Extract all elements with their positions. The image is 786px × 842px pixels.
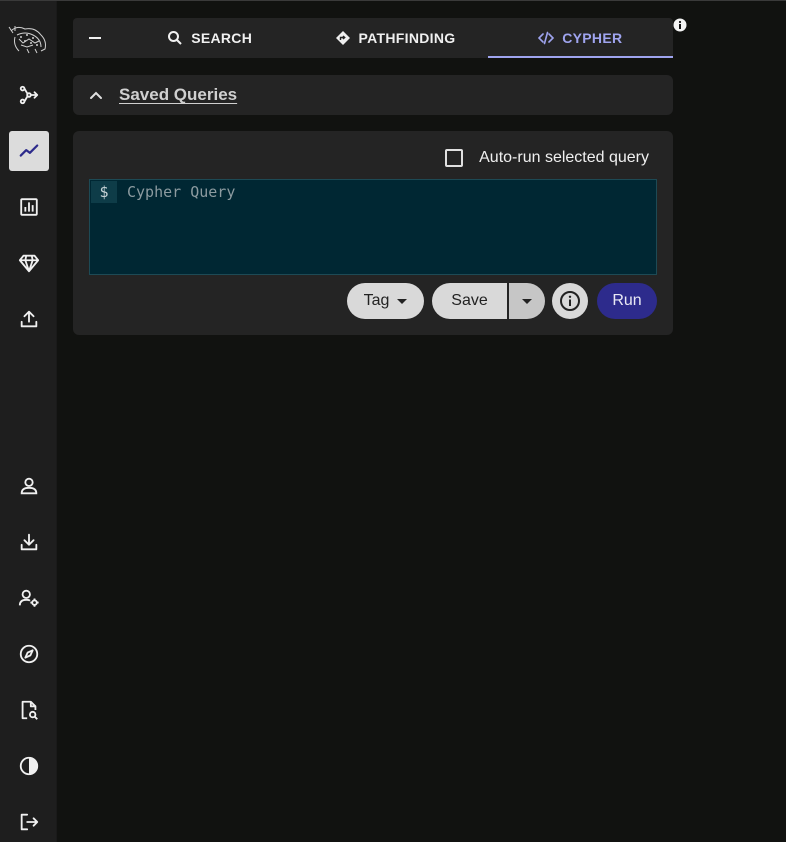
query-info-button[interactable] [552,283,588,319]
sidebar-item-admin[interactable] [9,578,49,618]
saved-queries-title: Saved Queries [119,85,238,104]
graph-branch-icon [19,85,39,105]
tab-pathfinding[interactable]: PATHFINDING [302,18,487,58]
tab-cypher-label: CYPHER [562,30,623,46]
chevron-up-icon [90,91,102,99]
caret-down-icon [397,298,408,304]
sidebar-item-docs[interactable] [9,690,49,730]
run-button[interactable]: Run [597,283,657,319]
sidebar-item-download[interactable] [9,522,49,562]
tag-button[interactable]: Tag [347,283,424,319]
directions-icon [335,31,350,45]
logout-icon [20,813,39,831]
tab-pathfinding-label: PATHFINDING [358,30,456,46]
info-circle-icon [560,291,580,311]
caret-down-icon [522,298,532,304]
autorun-label: Auto-run selected query [479,149,649,166]
minus-icon [89,37,101,39]
prompt-symbol: $ [91,181,117,203]
user-icon [20,477,38,495]
sidebar-item-upload[interactable] [9,299,49,339]
sidebar [0,1,57,842]
bar-chart-icon [20,198,38,216]
cypher-query-editor[interactable]: $ Cypher Query [89,179,657,275]
app-logo[interactable] [7,23,49,55]
contrast-icon [19,756,39,776]
sidebar-item-cypher-graph[interactable] [9,131,49,171]
sidebar-item-logout[interactable] [9,802,49,842]
user-gear-icon [18,589,39,607]
save-label: Save [451,292,488,309]
trend-line-icon [19,144,39,157]
gem-icon [18,254,40,273]
collapse-panel-button[interactable] [73,18,117,58]
query-placeholder: Cypher Query [127,183,236,201]
download-icon [20,533,38,551]
file-search-icon [21,700,38,720]
save-button[interactable]: Save [432,283,507,319]
autorun-checkbox[interactable] [445,149,464,167]
sidebar-item-tiers[interactable] [9,243,49,283]
code-icon [538,31,555,45]
autorun-option[interactable]: Auto-run selected query [445,149,649,167]
tag-label: Tag [363,292,390,309]
sidebar-item-theme[interactable] [9,746,49,786]
sidebar-item-explore-compass[interactable] [9,634,49,674]
sidebar-item-explore[interactable] [9,75,49,115]
upload-icon [20,310,38,328]
info-icon[interactable] [673,18,687,32]
sidebar-item-profile[interactable] [9,466,49,506]
run-label: Run [612,292,642,309]
explore-tab-bar: SEARCH PATHFINDING CYPHER [73,18,674,58]
saved-queries-toggle[interactable]: Saved Queries [73,75,673,115]
sidebar-item-reports[interactable] [9,187,49,227]
compass-icon [19,644,39,664]
tab-search[interactable]: SEARCH [117,18,302,58]
tab-search-label: SEARCH [191,30,253,46]
tab-cypher[interactable]: CYPHER [487,18,674,58]
save-options-button[interactable] [509,283,545,319]
query-actions: Tag Save Run [73,283,673,319]
cypher-query-panel: Auto-run selected query $ Cypher Query T… [73,131,673,335]
search-icon [168,31,182,45]
